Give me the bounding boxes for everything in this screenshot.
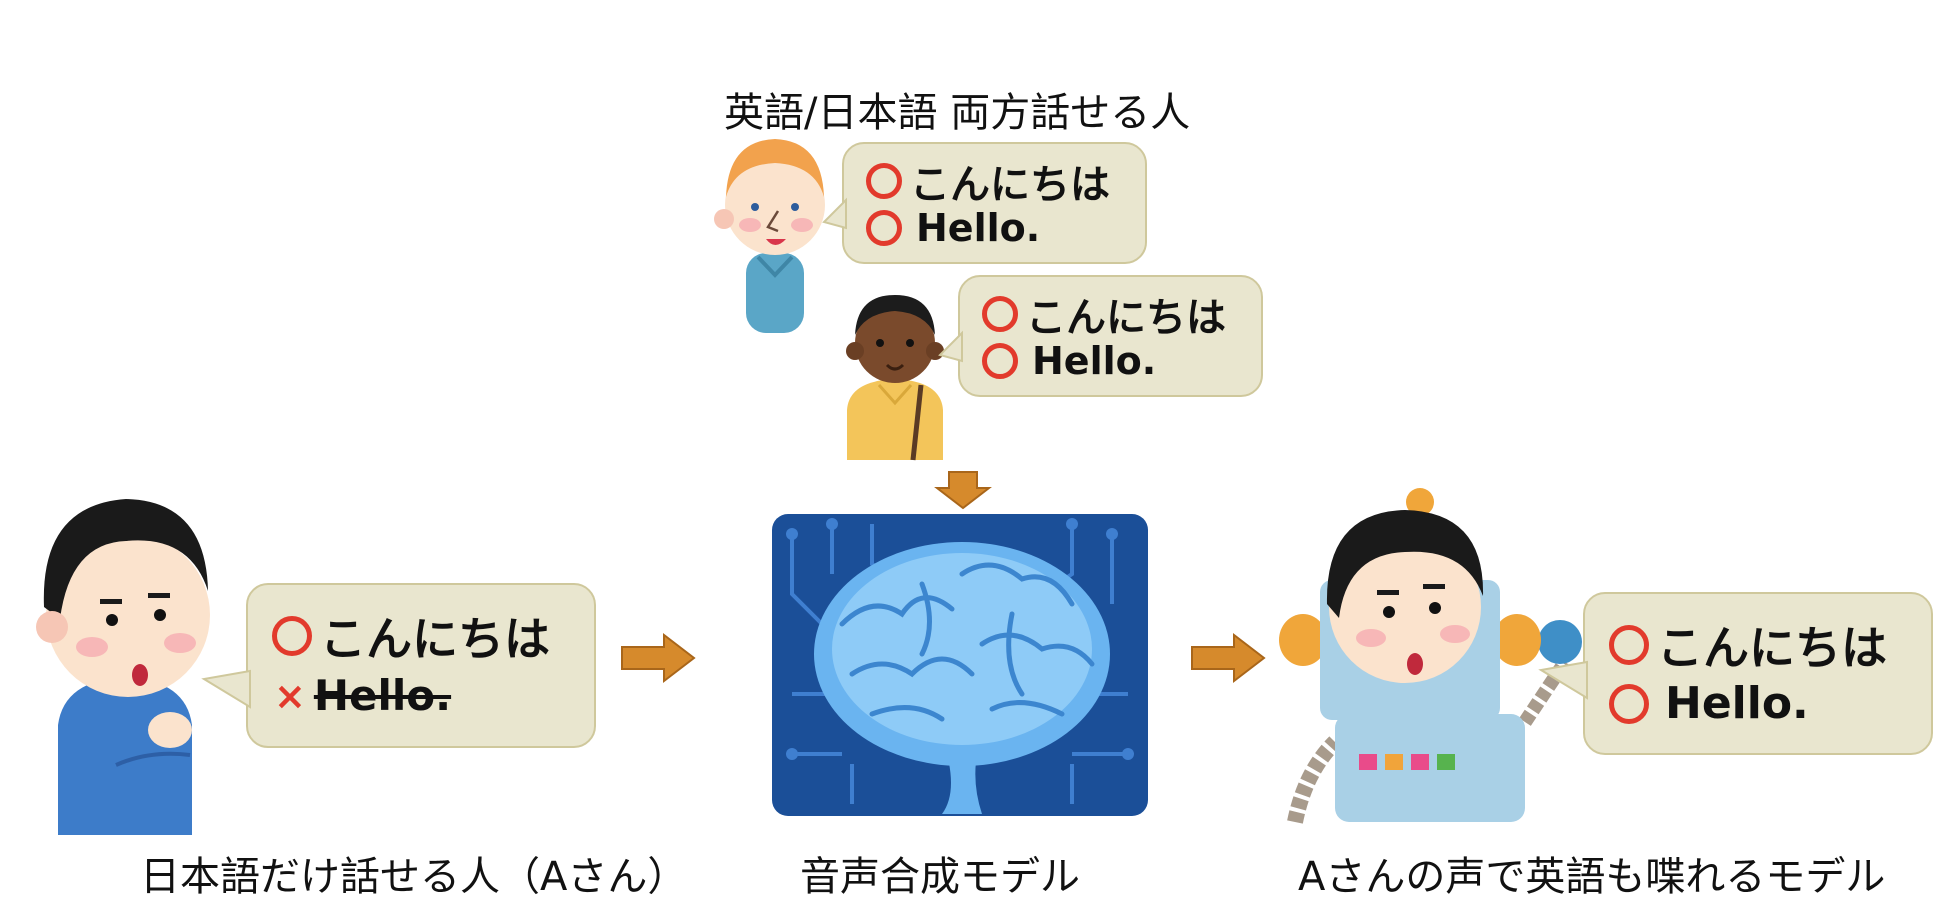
bilingual-person-2-illustration — [846, 295, 944, 461]
bilingual-group-label: 英語/日本語 両方話せる人 — [724, 90, 1191, 136]
bilingual-person-1-illustration — [714, 139, 825, 333]
right-arrow-icon-1 — [621, 632, 696, 684]
cross-ng-icon: × — [274, 673, 306, 718]
japanese-greeting-text: こんにちは — [320, 612, 550, 666]
bubble-tail — [822, 197, 847, 230]
circle-ok-icon — [1609, 683, 1649, 724]
circle-ok-icon — [982, 296, 1018, 332]
japanese-greeting-text: こんにちは — [910, 162, 1110, 208]
brain-circuit-icon — [772, 514, 1148, 816]
speech-synthesis-model-label: 音声合成モデル — [800, 854, 1080, 900]
circle-ok-icon — [272, 616, 312, 656]
english-greeting-text: Hello. — [1032, 339, 1157, 383]
japanese-only-person-illustration — [36, 499, 210, 835]
speech-bubble-robot-model: こんにちは Hello. — [1538, 592, 1933, 755]
japanese-greeting-text: こんにちは — [1026, 295, 1226, 341]
speech-bubble-bilingual-1: こんにちは Hello. — [822, 142, 1147, 264]
bubble-tail — [201, 669, 251, 709]
english-greeting-text: Hello. — [916, 206, 1041, 250]
robot-model-illustration — [1279, 488, 1582, 824]
circle-ok-icon — [982, 343, 1018, 379]
japanese-greeting-text: こんにちは — [1657, 621, 1887, 675]
japanese-only-person-label: 日本語だけ話せる人（Aさん） — [140, 854, 688, 900]
circle-ok-icon — [866, 163, 902, 199]
bubble-tail — [938, 330, 963, 363]
speech-bubble-japanese-only: こんにちは × Hello. — [201, 583, 596, 748]
bilingual-voice-model-label: Aさんの声で英語も喋れるモデル — [1298, 854, 1886, 900]
circle-ok-icon — [1609, 625, 1649, 665]
bubble-tail — [1538, 660, 1588, 700]
speech-bubble-bilingual-2: こんにちは Hello. — [938, 275, 1263, 397]
english-greeting-struck-text: Hello. — [313, 671, 452, 720]
english-greeting-text: Hello. — [1665, 678, 1809, 729]
right-arrow-icon-2 — [1191, 632, 1266, 684]
down-arrow-icon — [934, 471, 992, 510]
circle-ok-icon — [866, 210, 902, 246]
